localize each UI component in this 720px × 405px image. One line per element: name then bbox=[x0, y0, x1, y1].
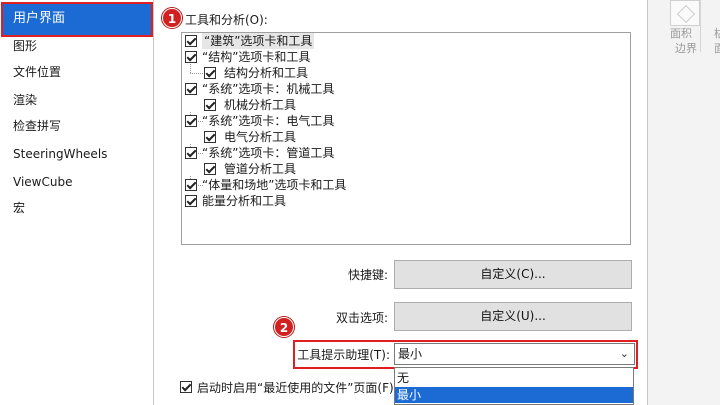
customize-double-click-button[interactable]: 自定义(U)... bbox=[394, 302, 632, 331]
checkbox[interactable] bbox=[185, 195, 197, 207]
area-boundary-icon[interactable] bbox=[670, 0, 700, 26]
double-click-label: 双击选项: bbox=[335, 311, 388, 325]
nav-item-user-interface[interactable]: 用户界面 bbox=[1, 2, 153, 37]
ribbon-label-2b: 面 bbox=[714, 42, 720, 55]
checkbox[interactable] bbox=[204, 99, 216, 111]
option-none[interactable]: 无 bbox=[395, 370, 633, 386]
customize-shortcuts-button[interactable]: 自定义(C)... bbox=[394, 260, 632, 289]
select-value: 最小 bbox=[398, 347, 423, 361]
chevron-down-icon[interactable]: ⌄ bbox=[620, 347, 629, 361]
nav-item-label: 用户界面 bbox=[13, 11, 66, 26]
recent-files-checkbox[interactable] bbox=[180, 381, 192, 393]
ribbon-strip: 面积 边界 枯 面 bbox=[647, 0, 720, 405]
tooltip-assistance-select[interactable]: 最小 ⌄ bbox=[394, 343, 635, 365]
checkbox[interactable] bbox=[185, 179, 197, 191]
option-minimal[interactable]: 最小 bbox=[395, 387, 633, 403]
nav-item-check-spelling[interactable]: 检查拼写 bbox=[13, 116, 61, 136]
tooltip-assistance-label: 工具提示助理(T): bbox=[297, 348, 390, 362]
ribbon-label-2a: 枯 bbox=[714, 27, 720, 40]
recent-files-label: 启动时启用“最近使用的文件”页面(F) bbox=[197, 381, 394, 395]
options-nav: 用户界面 图形 文件位置 渲染 检查拼写 SteeringWheels View… bbox=[0, 0, 154, 405]
ribbon-label-area: 面积 bbox=[670, 27, 692, 40]
checkbox[interactable] bbox=[204, 163, 216, 175]
checkbox[interactable] bbox=[185, 147, 197, 159]
ribbon-label-boundary: 边界 bbox=[675, 42, 697, 55]
checkbox[interactable] bbox=[204, 131, 216, 143]
tooltip-assistance-dropdown[interactable]: 无 最小 bbox=[394, 367, 634, 405]
shortcuts-label: 快捷键: bbox=[347, 268, 388, 282]
checkbox[interactable] bbox=[185, 35, 197, 47]
nav-item-graphics[interactable]: 图形 bbox=[13, 36, 37, 56]
checkbox[interactable] bbox=[185, 51, 197, 63]
nav-item-steeringwheels[interactable]: SteeringWheels bbox=[13, 144, 107, 164]
tools-analysis-tree[interactable]: “建筑”选项卡和工具 “结构”选项卡和工具 结构分析和工具 “系统”选项卡：机械… bbox=[181, 32, 631, 245]
ribbon-divider bbox=[700, 0, 701, 52]
checkbox[interactable] bbox=[204, 67, 216, 79]
checkbox[interactable] bbox=[185, 83, 197, 95]
nav-item-macros[interactable]: 宏 bbox=[13, 198, 25, 218]
nav-item-rendering[interactable]: 渲染 bbox=[13, 90, 37, 110]
step-marker-1: 1 bbox=[162, 8, 182, 28]
step-marker-2: 2 bbox=[274, 317, 294, 337]
checkbox[interactable] bbox=[185, 115, 197, 127]
nav-item-file-locations[interactable]: 文件位置 bbox=[13, 62, 61, 82]
tools-analysis-label: 工具和分析(O): bbox=[185, 13, 268, 27]
nav-item-viewcube[interactable]: ViewCube bbox=[13, 172, 72, 192]
